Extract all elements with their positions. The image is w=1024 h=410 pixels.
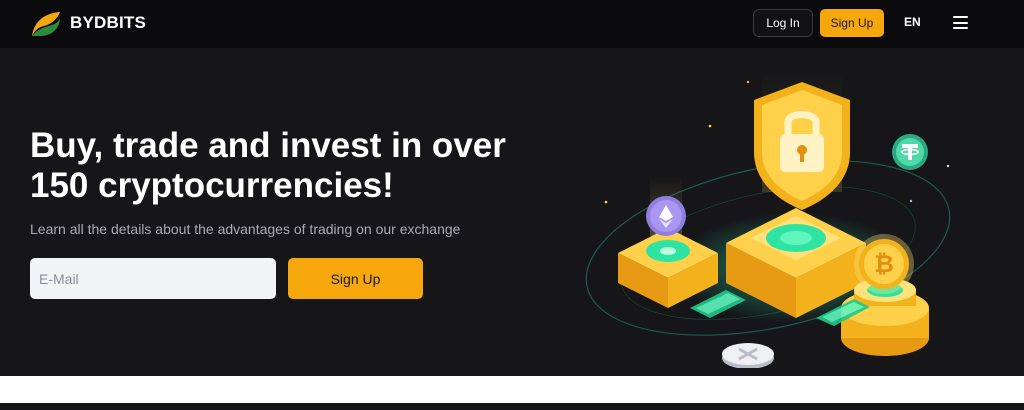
lock-shield-icon xyxy=(754,72,850,210)
hero-section: Buy, trade and invest in over 150 crypto… xyxy=(0,48,1024,376)
headline-line-1: Buy, trade and invest in over xyxy=(30,126,506,165)
sparkle-star xyxy=(946,164,950,168)
sparkle-star xyxy=(604,200,608,204)
hero-signup-button[interactable]: Sign Up xyxy=(288,258,423,299)
top-navigation-bar: BYDBITS Log In Sign Up EN xyxy=(0,0,1024,48)
hero-subtext: Learn all the details about the advantag… xyxy=(30,221,461,237)
menu-icon[interactable] xyxy=(953,16,968,29)
tether-coin-icon xyxy=(892,134,928,170)
bitcoin-coin-icon: ₿ xyxy=(854,234,914,294)
email-input[interactable] xyxy=(30,258,276,299)
logo-icon[interactable] xyxy=(30,10,62,38)
header-signup-button[interactable]: Sign Up xyxy=(820,9,884,37)
sparkle-star xyxy=(746,80,750,84)
ethereum-coin-icon xyxy=(646,176,686,236)
sparkle-star xyxy=(708,124,712,128)
svg-text:₿: ₿ xyxy=(874,250,894,278)
next-section-edge xyxy=(0,403,1024,410)
sparkle-star xyxy=(909,199,913,203)
crypto-security-illustration: ₿ xyxy=(585,72,951,368)
login-button[interactable]: Log In xyxy=(753,9,813,37)
hero-headline: Buy, trade and invest in over 150 crypto… xyxy=(30,126,550,206)
silver-coin-icon xyxy=(722,343,774,368)
content-divider xyxy=(0,376,1024,403)
headline-line-2: 150 cryptocurrencies! xyxy=(30,166,394,205)
brand-name[interactable]: BYDBITS xyxy=(70,13,146,33)
language-selector[interactable]: EN xyxy=(904,15,921,29)
